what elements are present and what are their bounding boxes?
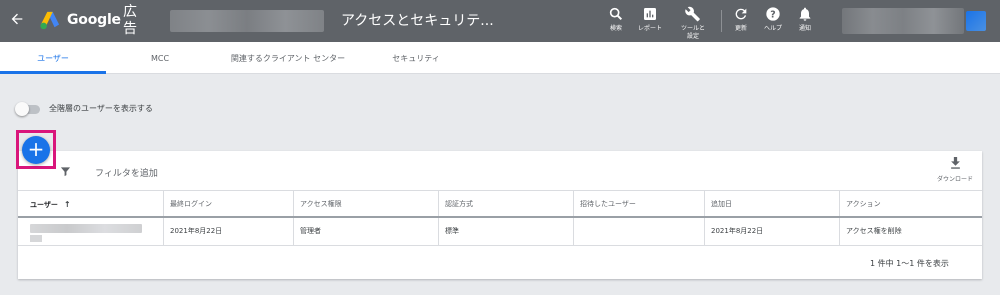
- column-header-action: アクション: [839, 191, 982, 216]
- invited-by-cell: [573, 218, 704, 245]
- tab-users[interactable]: ユーザー: [0, 42, 106, 74]
- user-cell: [18, 218, 163, 245]
- remove-access-link[interactable]: アクセス権を削除: [839, 218, 982, 245]
- search-icon: [609, 7, 623, 21]
- account-name-redacted: [170, 10, 324, 32]
- last-login-cell: 2021年8月22日: [163, 218, 293, 245]
- user-name-redacted: [30, 224, 142, 233]
- bar-chart-icon: [644, 8, 656, 20]
- brand-name: Google: [67, 12, 121, 28]
- page-title: アクセスとセキュリテ...: [341, 13, 494, 29]
- reports-tool[interactable]: レポート: [630, 6, 670, 33]
- access-cell[interactable]: 管理者: [293, 218, 438, 245]
- google-ads-logo-icon: [40, 11, 60, 30]
- active-tab-indicator: [0, 71, 106, 74]
- column-header-user[interactable]: ユーザー ↑: [18, 191, 163, 216]
- column-header-access[interactable]: アクセス権限: [293, 191, 438, 216]
- add-filter-button[interactable]: フィルタを追加: [95, 166, 158, 179]
- back-arrow-icon[interactable]: [9, 11, 25, 27]
- pagination-summary: 1 件中 1～1 件を表示: [870, 259, 949, 268]
- table-header: ユーザー ↑ 最終ログイン アクセス権限 認証方式 招待したユーザー 追加日 アク…: [18, 190, 982, 218]
- brand-suffix: 広告: [123, 4, 137, 37]
- toggle-knob: [15, 102, 29, 116]
- column-header-last-login[interactable]: 最終ログイン: [163, 191, 293, 216]
- svg-text:?: ?: [770, 9, 775, 20]
- add-user-button[interactable]: +: [22, 136, 50, 164]
- tab-mcc[interactable]: MCC: [110, 42, 210, 74]
- user-name-redacted-line2: [30, 235, 42, 242]
- refresh-icon: [735, 8, 747, 20]
- table-row: 2021年8月22日 管理者 標準 2021年8月22日 アクセス権を削除: [18, 218, 982, 246]
- column-header-invited-by[interactable]: 招待したユーザー: [573, 191, 704, 216]
- tools-settings-tool-label: ツールと設定: [681, 25, 706, 40]
- app-bar: Google 広告 アクセスとセキュリテ... 検索 レポート ツールと設定 更…: [0, 0, 1000, 42]
- download-button[interactable]: ダウンロード: [928, 157, 982, 183]
- tools-settings-tool[interactable]: ツールと設定: [673, 6, 713, 41]
- user-account-redacted: [842, 8, 964, 34]
- column-header-user-label: ユーザー: [30, 201, 58, 209]
- notifications-tool[interactable]: 通知: [785, 6, 825, 33]
- column-header-auth[interactable]: 認証方式: [438, 191, 573, 216]
- sort-ascending-icon: ↑: [63, 200, 71, 209]
- filter-icon[interactable]: [60, 166, 71, 177]
- wrench-icon: [685, 6, 700, 22]
- bell-icon: [799, 7, 811, 21]
- avatar[interactable]: [966, 11, 986, 31]
- help-icon: ?: [766, 7, 780, 21]
- tab-linked-client-center[interactable]: 関連するクライアント センター: [210, 42, 366, 74]
- download-icon: [950, 157, 960, 169]
- added-cell: 2021年8月22日: [704, 218, 839, 245]
- notifications-tool-label: 通知: [798, 25, 811, 32]
- all-levels-toggle[interactable]: [15, 102, 43, 116]
- tab-security[interactable]: セキュリティ: [366, 42, 466, 74]
- tab-bar: ユーザー MCC 関連するクライアント センター セキュリティ: [0, 42, 1000, 74]
- download-label: ダウンロード: [936, 176, 973, 183]
- column-header-added[interactable]: 追加日: [704, 191, 839, 216]
- toggle-label: 全階層のユーザーを表示する: [49, 104, 153, 113]
- reports-tool-label: レポート: [637, 25, 662, 32]
- auth-cell: 標準: [438, 218, 573, 245]
